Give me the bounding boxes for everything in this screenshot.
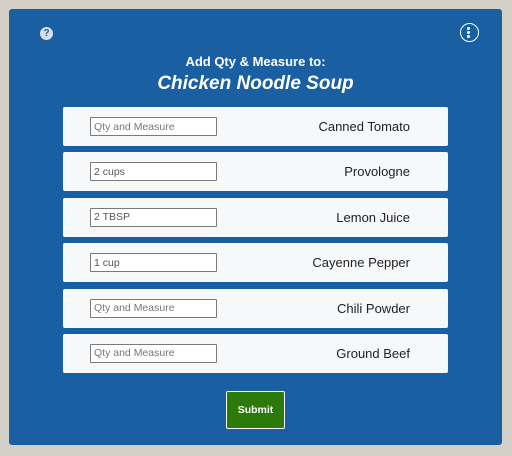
submit-button[interactable]: Submit — [226, 391, 285, 429]
qty-measure-input[interactable] — [90, 298, 217, 318]
qty-measure-input[interactable] — [90, 207, 217, 227]
ingredient-name: Lemon Juice — [336, 209, 410, 225]
dialog-subtitle: Add Qty & Measure to: — [185, 54, 326, 69]
qty-measure-input[interactable] — [90, 343, 217, 363]
ingredient-row: Cayenne Pepper — [63, 243, 448, 283]
ingredient-name: Cayenne Pepper — [312, 255, 410, 271]
ingredient-row: Canned Tomato — [63, 107, 448, 146]
ingredient-name: Ground Beef — [336, 345, 410, 361]
ingredient-row: Provologne — [63, 152, 448, 192]
qty-measure-input[interactable] — [90, 253, 217, 273]
ingredient-row: Chili Powder — [63, 288, 448, 328]
ingredient-row: Ground Beef — [63, 333, 448, 373]
help-icon[interactable]: ? — [40, 27, 53, 40]
ingredient-list: Canned Tomato Provologne Lemon Juice Cay… — [63, 107, 448, 379]
more-options-icon[interactable] — [460, 23, 479, 42]
ingredient-row: Lemon Juice — [63, 197, 448, 237]
qty-measure-input[interactable] — [90, 162, 217, 182]
recipe-title: Chicken Noodle Soup — [157, 73, 354, 94]
ingredient-name: Provologne — [344, 164, 410, 180]
add-qty-dialog: ? Add Qty & Measure to: Chicken Noodle S… — [9, 9, 502, 445]
qty-measure-input[interactable] — [90, 117, 217, 136]
ingredient-name: Chili Powder — [337, 300, 410, 316]
ingredient-name: Canned Tomato — [318, 119, 410, 134]
